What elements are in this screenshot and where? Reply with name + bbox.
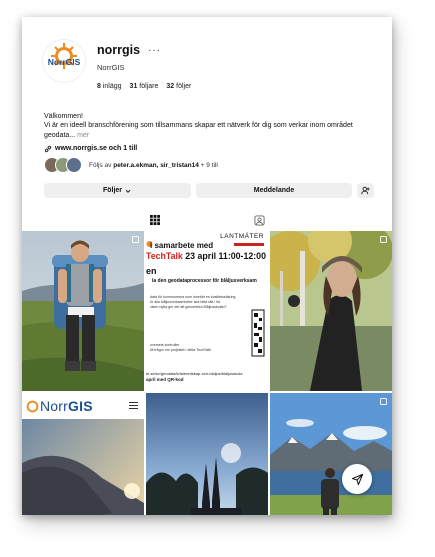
post-image — [270, 393, 392, 515]
bio-line: Vi är en ideell branschförening som till… — [44, 122, 353, 130]
more-horizontal-icon[interactable]: ··· — [148, 45, 161, 56]
post-portrait-autumn[interactable] — [270, 231, 392, 391]
poster-heading: en — [146, 266, 157, 276]
norrgis-site-header: NorrGIS — [22, 393, 144, 419]
grid-icon — [150, 215, 160, 225]
norrgis-site-logo: NorrGIS — [40, 398, 93, 414]
multi-post-icon — [380, 236, 387, 243]
tab-tagged[interactable] — [252, 213, 266, 227]
following-button[interactable]: Följer — [44, 183, 191, 198]
action-buttons: Följer Meddelande — [44, 183, 374, 198]
profile-avatar[interactable]: NorrGIS — [42, 39, 86, 83]
post-techtalk-poster[interactable]: LANTMÄTER i samarbete med TechTalk 23 ap… — [146, 231, 268, 391]
post-image — [270, 231, 392, 391]
paper-plane-icon — [351, 473, 363, 485]
tagged-icon — [253, 214, 265, 226]
profile-info: norrgis ··· NorrGIS 8 inlägg 31 följare … — [97, 43, 191, 90]
poster-logo-stripe — [234, 243, 264, 246]
poster-footer: et.se/sv/geodata/kristeredskap-och-blalj… — [146, 371, 243, 382]
suggest-users-button[interactable] — [357, 183, 374, 198]
post-church-dusk[interactable] — [146, 393, 268, 515]
share-button[interactable] — [342, 464, 372, 494]
hamburger-menu-icon — [129, 402, 138, 409]
poster-body: data för kommunerna som innebär en kvali… — [150, 295, 236, 310]
link-icon — [44, 145, 52, 153]
bio-line: geodata... — [44, 131, 76, 139]
profile-card: NorrGIS norrgis ··· NorrGIS 8 inlägg 31 … — [22, 17, 392, 515]
message-button[interactable]: Meddelande — [196, 183, 352, 198]
chevron-down-icon — [125, 189, 131, 193]
link-text: www.norrgis.se och 1 till — [55, 145, 138, 153]
following-count[interactable]: 32 följer — [166, 83, 191, 90]
posts-count[interactable]: 8 inlägg — [97, 83, 122, 90]
norrgis-logo: NorrGIS — [48, 43, 81, 69]
poster-techtalk-title: TechTalk 23 april 11:00-12:00 — [146, 251, 266, 261]
bio-line: Välkommen! — [44, 113, 83, 120]
followed-by[interactable]: Följs av peter.a.ekman, sir_tristan14 + … — [44, 157, 218, 173]
norrgis-ring-icon — [26, 400, 39, 412]
following-label: Följer — [102, 187, 123, 194]
profile-link[interactable]: www.norrgis.se och 1 till — [44, 144, 384, 153]
poster-subheading: la den geodataprocessor för blåljusverks… — [152, 278, 257, 284]
followed-by-text: Följs av peter.a.ekman, sir_tristan14 + … — [89, 161, 218, 169]
post-mountain-lake[interactable] — [270, 393, 392, 515]
username: norrgis — [97, 43, 141, 57]
follower-avatar — [66, 157, 82, 173]
add-user-icon — [361, 186, 370, 195]
logo-text: NorrGIS — [48, 57, 81, 67]
qr-code-icon — [251, 309, 265, 357]
bio-more-link[interactable]: mer — [77, 132, 89, 139]
profile-stats: 8 inlägg 31 följare 32 följer — [97, 83, 191, 90]
poster-body-2: oversets kontroller till frågor om proje… — [150, 343, 212, 353]
profile-bio: Välkommen! Vi är en ideell branschföreni… — [44, 112, 384, 154]
followers-count[interactable]: 31 följare — [130, 83, 159, 90]
multi-post-icon — [380, 398, 387, 405]
post-norrgis-website[interactable]: NorrGIS — [22, 393, 144, 515]
post-hiker[interactable] — [22, 231, 144, 391]
message-label: Meddelande — [253, 187, 295, 194]
post-image — [22, 231, 144, 391]
poster-samarbete: i samarbete med — [150, 241, 214, 250]
profile-tabs — [22, 213, 392, 229]
post-image — [146, 393, 268, 515]
tab-posts[interactable] — [148, 213, 162, 227]
multi-post-icon — [132, 236, 139, 243]
full-name: NorrGIS — [97, 63, 125, 72]
poster-lantmateriet: LANTMÄTER — [220, 233, 264, 240]
